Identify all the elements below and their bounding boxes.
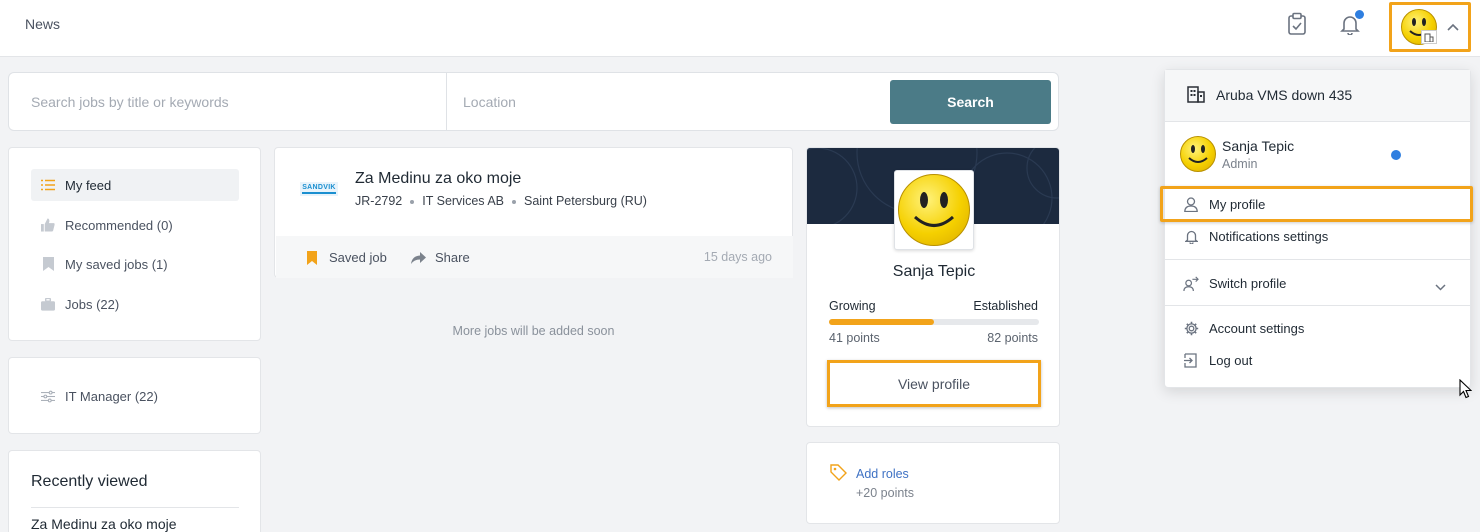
- saved-search-filter: IT Manager (22): [8, 357, 261, 434]
- add-roles-card: Add roles +20 points: [806, 442, 1060, 524]
- thumbs-up-icon: [41, 218, 55, 232]
- menu-item-label: Notifications settings: [1209, 229, 1329, 244]
- top-bar: News: [0, 0, 1480, 57]
- location-input[interactable]: [448, 73, 888, 130]
- divider: [1165, 305, 1470, 306]
- profile-summary-card: Sanja Tepic Growing Established 41 point…: [806, 147, 1060, 427]
- org-building-icon: [1421, 30, 1437, 44]
- building-icon: [1187, 86, 1205, 106]
- nav-item-saved-jobs[interactable]: My saved jobs (1): [31, 248, 239, 280]
- points-next: 82 points: [987, 331, 1038, 345]
- job-meta: JR-2792 IT Services AB Saint Petersburg (R…: [355, 194, 647, 208]
- divider: [31, 507, 239, 508]
- filter-item-it-manager[interactable]: IT Manager (22): [31, 380, 239, 412]
- menu-item-label: Switch profile: [1209, 276, 1287, 291]
- switch-user-icon: [1183, 275, 1199, 292]
- recently-viewed-card: Recently viewed Za Medinu za oko moje: [8, 450, 261, 532]
- tasks-clipboard-icon[interactable]: [1284, 11, 1310, 37]
- job-id: JR-2792: [355, 194, 403, 208]
- search-button[interactable]: Search: [890, 80, 1051, 124]
- points-current: 41 points: [829, 331, 880, 345]
- job-company: IT Services AB: [422, 194, 504, 208]
- page-title: News: [25, 16, 61, 32]
- share-arrow-icon: [411, 251, 426, 264]
- menu-item-label: My profile: [1209, 197, 1266, 212]
- chevron-up-icon: [1447, 19, 1459, 34]
- profile-name: Sanja Tepic: [892, 263, 976, 280]
- list-icon: [41, 179, 55, 191]
- nav-item-recommended[interactable]: Recommended (0): [31, 209, 239, 241]
- nav-item-label: My feed: [65, 177, 112, 193]
- nav-item-jobs[interactable]: Jobs (22): [31, 288, 239, 320]
- level-progress-fill: [829, 319, 934, 325]
- feed-navigation: My feed Recommended (0) My saved jobs (1…: [8, 147, 261, 341]
- divider: [1165, 259, 1470, 260]
- bookmark-filled-icon: [307, 250, 317, 265]
- view-profile-button[interactable]: View profile: [827, 360, 1041, 407]
- menu-item-my-profile[interactable]: My profile: [1183, 197, 1265, 212]
- user-name: Sanja Tepic: [1222, 138, 1295, 154]
- account-dropdown-menu: Aruba VMS down 435 Sanja Tepic Admin My …: [1160, 69, 1473, 388]
- level-next: Established: [973, 299, 1038, 313]
- menu-item-notifications-settings[interactable]: Notifications settings: [1183, 229, 1328, 244]
- profile-avatar-frame: [894, 170, 974, 250]
- nav-item-label: Recommended (0): [65, 217, 173, 233]
- job-card-footer: Saved job Share 15 days ago: [276, 236, 793, 278]
- more-jobs-notice: More jobs will be added soon: [452, 324, 615, 338]
- account-menu-toggle[interactable]: [1389, 2, 1471, 52]
- share-label: Share: [435, 250, 470, 265]
- level-progress-bar: [829, 319, 1039, 325]
- nav-item-label: My saved jobs (1): [65, 256, 168, 272]
- add-roles-points: +20 points: [856, 486, 915, 500]
- gear-icon: [1183, 321, 1199, 336]
- nav-item-label: Jobs (22): [65, 296, 120, 312]
- separator-dot: [410, 199, 415, 204]
- share-button[interactable]: Share: [411, 250, 470, 265]
- posted-time: 15 days ago: [703, 250, 772, 264]
- tag-icon: [830, 464, 847, 484]
- profile-avatar: [898, 174, 970, 246]
- active-status-dot: [1391, 150, 1401, 160]
- organization-header: Aruba VMS down 435: [1165, 70, 1470, 122]
- briefcase-icon: [41, 297, 55, 311]
- bookmark-icon: [41, 257, 55, 271]
- menu-item-switch-profile[interactable]: Switch profile: [1183, 275, 1286, 292]
- separator-dot: [512, 199, 516, 204]
- chevron-down-icon[interactable]: [1435, 279, 1446, 294]
- job-search-bar: Search: [8, 72, 1059, 131]
- job-location: Saint Petersburg (RU): [524, 194, 647, 208]
- recently-viewed-title: Recently viewed: [31, 473, 148, 490]
- menu-item-label: Log out: [1209, 353, 1253, 368]
- keywords-search-input[interactable]: [9, 73, 447, 130]
- menu-item-account-settings[interactable]: Account settings: [1183, 321, 1304, 336]
- company-logo: SANDVIK: [300, 182, 338, 196]
- notification-indicator: [1355, 10, 1364, 19]
- logout-icon: [1183, 353, 1199, 368]
- user-role: Admin: [1222, 157, 1258, 171]
- organization-name: Aruba VMS down 435: [1216, 87, 1353, 103]
- recent-item-link[interactable]: Za Medinu za oko moje: [31, 516, 177, 532]
- bell-icon: [1183, 229, 1199, 244]
- job-card[interactable]: SANDVIK Za Medinu za oko moje JR-2792 IT …: [274, 147, 793, 278]
- menu-item-label: Account settings: [1209, 321, 1305, 336]
- company-logo-text: SANDVIK: [302, 184, 336, 194]
- saved-job-label: Saved job: [329, 250, 387, 265]
- user-icon: [1183, 197, 1199, 212]
- nav-item-my-feed[interactable]: My feed: [31, 169, 239, 201]
- mouse-cursor-icon: [1459, 378, 1473, 402]
- user-avatar: [1180, 136, 1216, 172]
- job-title[interactable]: Za Medinu za oko moje: [355, 170, 521, 188]
- saved-job-button[interactable]: Saved job: [307, 250, 387, 265]
- level-current: Growing: [829, 299, 876, 313]
- sliders-icon: [41, 390, 55, 403]
- filter-item-label: IT Manager (22): [65, 388, 158, 404]
- add-roles-link[interactable]: Add roles: [856, 467, 909, 481]
- menu-item-log-out[interactable]: Log out: [1183, 353, 1252, 368]
